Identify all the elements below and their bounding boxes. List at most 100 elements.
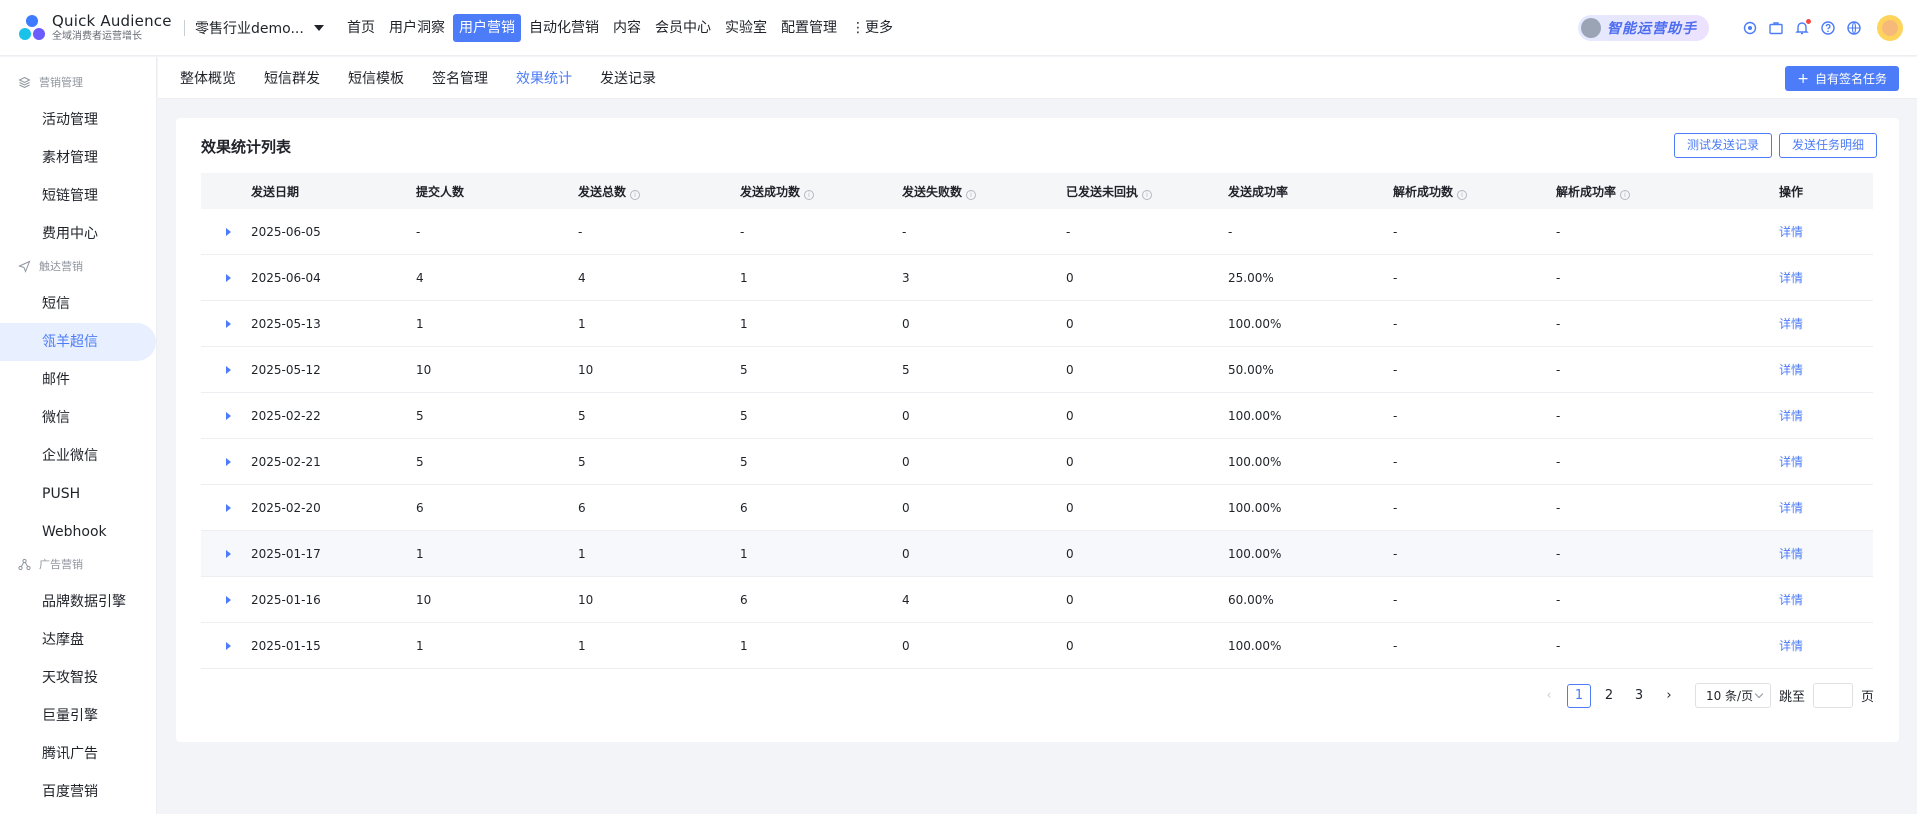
info-icon[interactable]: i	[1142, 189, 1153, 200]
table-cell: 5	[740, 362, 748, 377]
sidebar-item-1-4[interactable]: 企业微信	[0, 437, 156, 475]
table-row: 2025-06-05 - - - - - - - - 详情	[201, 209, 1873, 255]
table-cell: -	[1393, 500, 1398, 515]
expand-arrow-icon[interactable]	[226, 273, 231, 282]
page-2[interactable]: 2	[1597, 684, 1621, 708]
table-cell: -	[1393, 224, 1398, 239]
table-cell: 1	[740, 316, 748, 331]
detail-link[interactable]: 详情	[1779, 315, 1873, 332]
expand-cell	[201, 503, 251, 512]
nav-item-7[interactable]: 配置管理	[775, 14, 843, 42]
expand-arrow-icon[interactable]	[226, 595, 231, 604]
sidebar-item-1-3[interactable]: 微信	[0, 399, 156, 437]
tenant-selector[interactable]: 零售行业demo...	[195, 18, 327, 38]
expand-arrow-icon[interactable]	[226, 503, 231, 512]
table-cell: 1	[416, 638, 424, 653]
globe-icon[interactable]	[1845, 19, 1863, 37]
sidebar-item-1-5[interactable]: PUSH	[0, 475, 156, 513]
expand-arrow-icon[interactable]	[226, 365, 231, 374]
table-cell: 0	[902, 454, 910, 469]
sidebar-item-2-0[interactable]: 品牌数据引擎	[0, 583, 156, 621]
tab-4[interactable]: 效果统计	[516, 68, 572, 88]
expand-arrow-icon[interactable]	[226, 319, 231, 328]
share-icon	[18, 558, 39, 571]
info-icon[interactable]: i	[1620, 189, 1631, 200]
info-icon[interactable]: i	[804, 189, 815, 200]
info-icon[interactable]: i	[630, 189, 641, 200]
card-title: 效果统计列表	[201, 138, 292, 156]
sidebar-item-0-3[interactable]: 费用中心	[0, 215, 156, 253]
sidebar-item-1-1[interactable]: 瓴羊超信	[0, 323, 156, 361]
nav-item-0[interactable]: 首页	[341, 14, 381, 42]
table-header: 发送日期 提交人数 发送总数 i 发送成功数 i 发送失败数 i 已发送未回执 i 发送成功率 解析成…	[201, 173, 1873, 209]
table-cell: 5	[416, 408, 424, 423]
sidebar-item-2-4[interactable]: 腾讯广告	[0, 735, 156, 773]
detail-link[interactable]: 详情	[1779, 269, 1873, 286]
table-cell: -	[1556, 638, 1561, 653]
sidebar-item-0-1[interactable]: 素材管理	[0, 139, 156, 177]
nav-item-3[interactable]: 自动化营销	[523, 14, 605, 42]
tab-3[interactable]: 签名管理	[432, 68, 488, 88]
sidebar-group-1: 触达营销	[0, 255, 156, 277]
help-icon[interactable]	[1819, 19, 1837, 37]
expand-arrow-icon[interactable]	[226, 457, 231, 466]
sidebar-item-2-5[interactable]: 百度营销	[0, 773, 156, 811]
detail-link[interactable]: 详情	[1779, 591, 1873, 608]
nav-item-6[interactable]: 实验室	[719, 14, 773, 42]
nav-item-2[interactable]: 用户营销	[453, 13, 521, 42]
prev-page-icon[interactable]: ‹	[1537, 684, 1561, 708]
sidebar-group-title: 触达营销	[39, 260, 83, 273]
sidebar-item-2-3[interactable]: 巨量引擎	[0, 697, 156, 735]
expand-arrow-icon[interactable]	[226, 549, 231, 558]
table-cell: 0	[1066, 546, 1074, 561]
own-signature-task-button[interactable]: + 自有签名任务	[1785, 66, 1899, 91]
table-cell: 0	[902, 638, 910, 653]
assistant-button[interactable]: 智能运营助手	[1578, 14, 1709, 41]
nav-item-1[interactable]: 用户洞察	[383, 14, 451, 42]
info-icon[interactable]: i	[1457, 189, 1468, 200]
page-1[interactable]: 1	[1566, 683, 1591, 708]
nav-item-5[interactable]: 会员中心	[649, 14, 717, 42]
send-icon	[18, 260, 39, 273]
info-icon[interactable]: i	[966, 189, 977, 200]
detail-link[interactable]: 详情	[1779, 637, 1873, 654]
sidebar-item-1-6[interactable]: Webhook	[0, 513, 156, 551]
layers-icon	[18, 76, 39, 89]
next-page-icon[interactable]: ›	[1657, 684, 1681, 708]
detail-link[interactable]: 详情	[1779, 545, 1873, 562]
detail-link[interactable]: 详情	[1779, 361, 1873, 378]
tab-2[interactable]: 短信模板	[348, 68, 404, 88]
sidebar-item-0-2[interactable]: 短链管理	[0, 177, 156, 215]
app-icon[interactable]	[1741, 19, 1759, 37]
jump-page-input[interactable]	[1812, 683, 1853, 708]
detail-link[interactable]: 详情	[1779, 453, 1873, 470]
page-3[interactable]: 3	[1627, 684, 1651, 708]
detail-link[interactable]: 详情	[1779, 499, 1873, 516]
briefcase-icon[interactable]	[1767, 19, 1785, 37]
sidebar-item-0-0[interactable]: 活动管理	[0, 101, 156, 139]
expand-arrow-icon[interactable]	[226, 411, 231, 420]
tab-1[interactable]: 短信群发	[264, 68, 320, 88]
test-send-records-button[interactable]: 测试发送记录	[1674, 133, 1773, 158]
detail-link[interactable]: 详情	[1779, 223, 1873, 240]
send-task-details-button[interactable]: 发送任务明细	[1779, 133, 1878, 158]
sidebar-item-1-2[interactable]: 邮件	[0, 361, 156, 399]
tab-5[interactable]: 发送记录	[600, 68, 656, 88]
sidebar-item-2-2[interactable]: 天攻智投	[0, 659, 156, 697]
table-cell: 6	[740, 500, 748, 515]
expand-arrow-icon[interactable]	[226, 641, 231, 650]
page-size-select[interactable]: 10 条/页	[1694, 683, 1771, 708]
table-cell: 100.00%	[1228, 454, 1282, 469]
expand-arrow-icon[interactable]	[226, 227, 231, 236]
user-avatar[interactable]	[1877, 14, 1903, 41]
nav-item-4[interactable]: 内容	[607, 14, 647, 42]
sidebar-item-1-0[interactable]: 短信	[0, 285, 156, 323]
detail-link[interactable]: 详情	[1779, 407, 1873, 424]
column-header: 发送成功数 i	[740, 183, 902, 200]
app-logo[interactable]: Quick Audience 全域消费者运营增长	[0, 12, 180, 43]
column-header-label: 操作	[1779, 184, 1804, 199]
nav-more[interactable]: ⋮更多	[845, 14, 899, 42]
tab-0[interactable]: 整体概览	[180, 68, 236, 88]
sidebar-item-2-1[interactable]: 达摩盘	[0, 621, 156, 659]
bell-icon[interactable]	[1793, 18, 1811, 37]
